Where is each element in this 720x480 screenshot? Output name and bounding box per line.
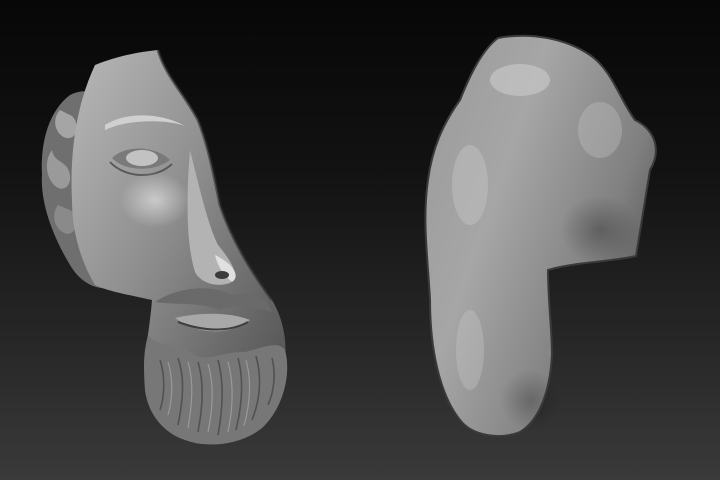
face-fragment-back xyxy=(424,34,657,437)
face-fragment-front xyxy=(41,49,288,445)
sculpt-render xyxy=(41,34,657,445)
render-viewport xyxy=(0,0,720,480)
